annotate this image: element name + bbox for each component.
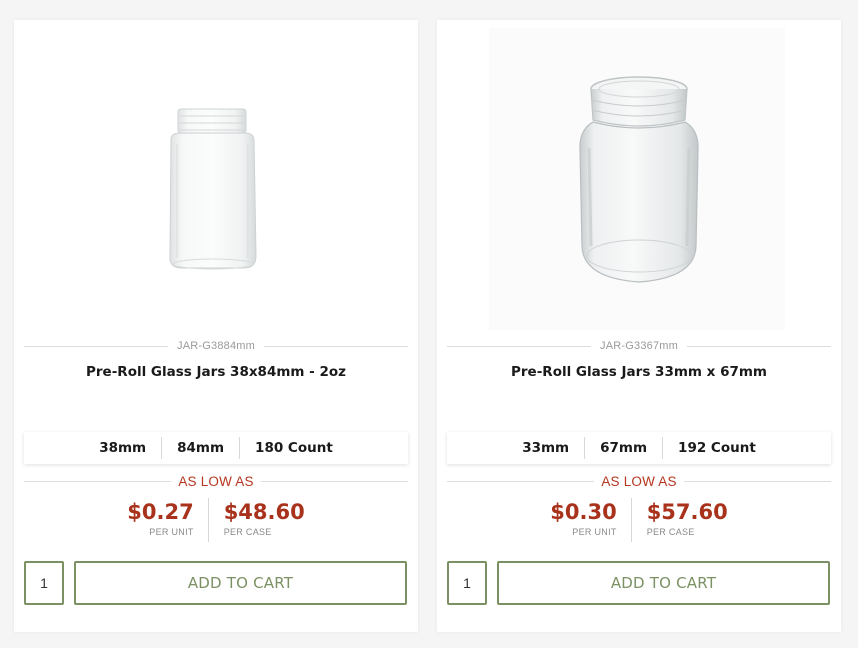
product-card: JAR-G3367mm Pre-Roll Glass Jars 33mm x 6… xyxy=(437,20,841,632)
price-row: $0.27 PER UNIT $48.60 PER CASE xyxy=(14,498,418,542)
sku-row: JAR-G3367mm xyxy=(447,338,831,354)
spec-count: 180 Count xyxy=(239,437,348,459)
case-price-label: PER CASE xyxy=(646,527,695,537)
spec-bar: 33mm 67mm 192 Count xyxy=(447,432,831,464)
divider xyxy=(687,345,831,347)
unit-price-block: $0.30 PER UNIT xyxy=(536,498,630,542)
sku-label: JAR-G3884mm xyxy=(177,340,255,352)
glass-jar-image xyxy=(489,28,785,330)
sku-label: JAR-G3367mm xyxy=(600,340,678,352)
spec-diameter: 33mm xyxy=(522,440,570,456)
case-price-block: $57.60 PER CASE xyxy=(630,498,742,542)
product-card: JAR-G3884mm Pre-Roll Glass Jars 38x84mm … xyxy=(14,20,418,632)
add-to-cart-button[interactable]: ADD TO CART xyxy=(74,561,407,605)
unit-price: $0.30 xyxy=(550,500,617,524)
divider xyxy=(260,480,409,482)
add-to-cart-button[interactable]: ADD TO CART xyxy=(497,561,830,605)
price-row: $0.30 PER UNIT $57.60 PER CASE xyxy=(437,498,841,542)
quantity-input[interactable] xyxy=(447,561,487,605)
product-title[interactable]: Pre-Roll Glass Jars 33mm x 67mm xyxy=(437,364,841,380)
unit-price-label: PER UNIT xyxy=(572,527,617,537)
as-low-as-label: AS LOW AS xyxy=(601,473,677,489)
as-low-as-row: AS LOW AS xyxy=(447,472,832,490)
divider xyxy=(24,480,172,482)
spec-bar: 38mm 84mm 180 Count xyxy=(24,432,408,464)
unit-price-block: $0.27 PER UNIT xyxy=(113,498,207,542)
divider xyxy=(264,345,408,347)
as-low-as-row: AS LOW AS xyxy=(24,472,409,490)
divider xyxy=(683,480,832,482)
spec-height: 84mm xyxy=(161,437,239,459)
case-price: $57.60 xyxy=(646,500,728,524)
unit-price: $0.27 xyxy=(127,500,194,524)
product-image[interactable] xyxy=(437,20,841,340)
quantity-input[interactable] xyxy=(24,561,64,605)
divider xyxy=(447,345,591,347)
sku-row: JAR-G3884mm xyxy=(24,338,408,354)
case-price-label: PER CASE xyxy=(223,527,272,537)
spec-count: 192 Count xyxy=(662,437,771,459)
spec-height: 67mm xyxy=(584,437,662,459)
spec-diameter: 38mm xyxy=(99,440,147,456)
product-image[interactable] xyxy=(14,20,418,340)
unit-price-label: PER UNIT xyxy=(149,527,194,537)
case-price-block: $48.60 PER CASE xyxy=(207,498,319,542)
as-low-as-label: AS LOW AS xyxy=(178,473,254,489)
divider xyxy=(447,480,595,482)
divider xyxy=(24,345,168,347)
product-title[interactable]: Pre-Roll Glass Jars 38x84mm - 2oz xyxy=(14,364,418,380)
case-price: $48.60 xyxy=(223,500,305,524)
glass-jar-image xyxy=(169,108,257,270)
